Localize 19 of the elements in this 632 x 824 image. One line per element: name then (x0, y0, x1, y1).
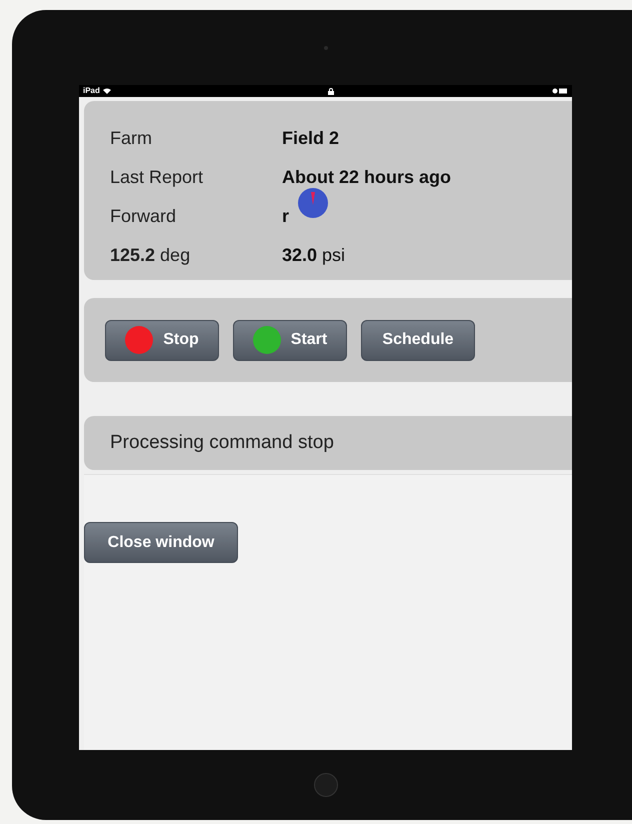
compass-dial-icon (297, 187, 330, 219)
carrier-label: iPad (83, 86, 100, 96)
field-label: Forward (110, 206, 178, 227)
command-button[interactable]: Start (233, 320, 347, 360)
field-label: Last Report (110, 167, 204, 188)
command-button[interactable]: Stop (105, 320, 219, 360)
wifi-icon (102, 88, 111, 94)
field-label: 125.2 deg (110, 245, 192, 266)
battery-icon (552, 88, 568, 94)
lock-icon (328, 88, 334, 94)
status-message: Processing command stop (110, 432, 334, 454)
field-value: r (282, 206, 290, 227)
close-window-button[interactable]: Close window (84, 522, 238, 563)
field-value: Field 2 (282, 128, 340, 149)
home-button[interactable] (314, 773, 338, 797)
command-button[interactable]: Schedule (361, 320, 475, 360)
field-value: About 22 hours ago (282, 167, 452, 188)
field-value: 32.0 psi (282, 245, 346, 266)
field-label: Farm (110, 128, 153, 149)
